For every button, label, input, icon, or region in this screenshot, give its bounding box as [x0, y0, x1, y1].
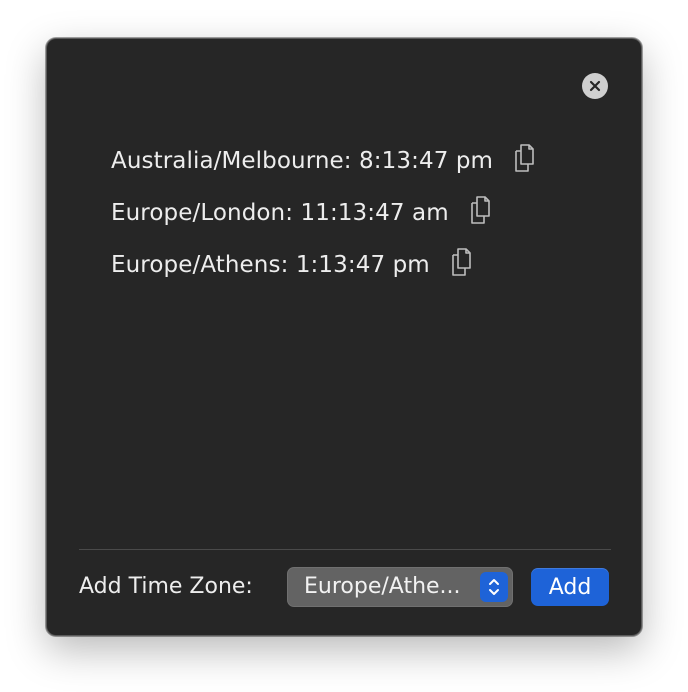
timezone-select[interactable]: Europe/Athe...: [287, 567, 513, 607]
timezone-window: Australia/Melbourne: 8:13:47 pm Europe/L…: [46, 38, 642, 636]
timezone-select-value: Europe/Athe...: [304, 574, 461, 599]
timezone-list: Australia/Melbourne: 8:13:47 pm Europe/L…: [111, 135, 541, 291]
copy-icon: [449, 246, 477, 284]
add-time-zone-label: Add Time Zone:: [79, 574, 253, 599]
timezone-row: Europe/London: 11:13:47 am: [111, 187, 541, 239]
timezone-time-label: Europe/London: 11:13:47 am: [111, 200, 449, 226]
timezone-time-label: Australia/Melbourne: 8:13:47 pm: [111, 148, 494, 174]
timezone-row: Australia/Melbourne: 8:13:47 pm: [111, 135, 541, 187]
close-icon: [589, 80, 601, 92]
copy-button[interactable]: [467, 196, 497, 230]
footer-divider: [79, 549, 611, 550]
add-button[interactable]: Add: [531, 568, 609, 606]
copy-icon: [512, 142, 540, 180]
close-button[interactable]: [582, 73, 608, 99]
copy-button[interactable]: [448, 248, 478, 282]
chevron-up-down-icon: [480, 572, 508, 602]
copy-icon: [468, 194, 496, 232]
timezone-row: Europe/Athens: 1:13:47 pm: [111, 239, 541, 291]
copy-button[interactable]: [511, 144, 541, 178]
timezone-time-label: Europe/Athens: 1:13:47 pm: [111, 252, 430, 278]
